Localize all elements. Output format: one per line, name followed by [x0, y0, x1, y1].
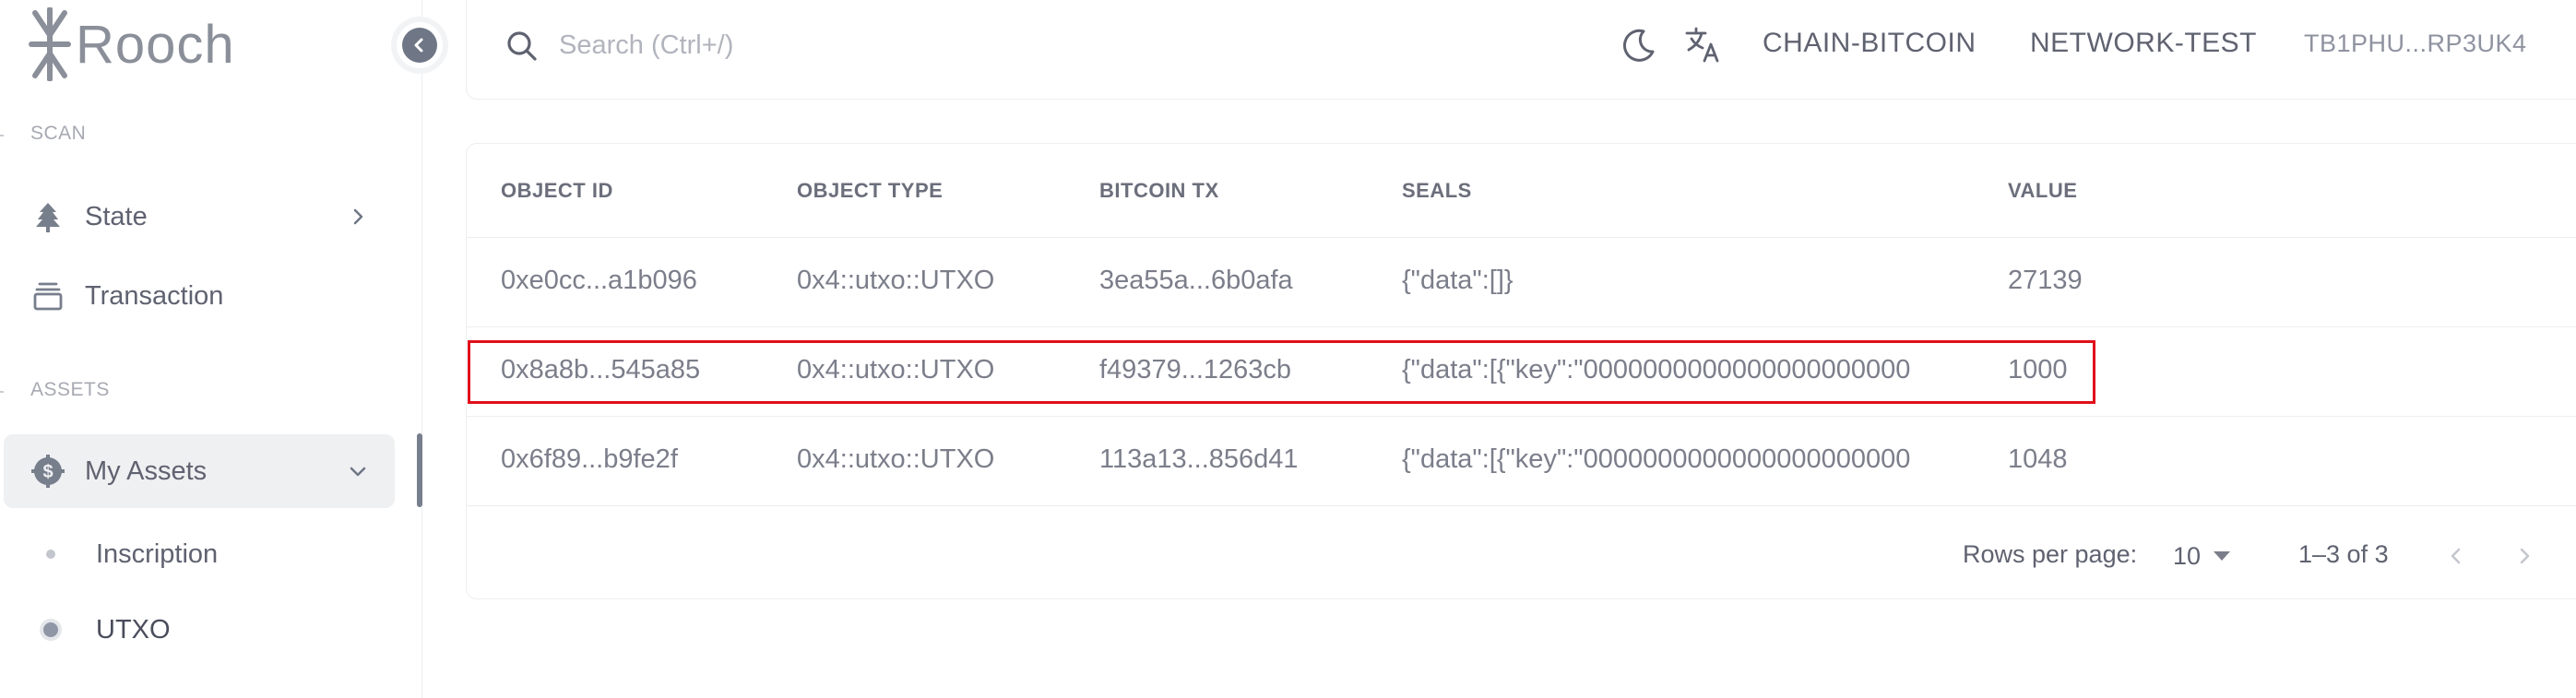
- chevron-right-icon: [2520, 548, 2530, 564]
- tree-icon: [30, 198, 66, 235]
- sidebar-subitem-utxo[interactable]: UTXO: [4, 597, 395, 662]
- sidebar-subitem-inscription[interactable]: Inscription: [4, 522, 395, 586]
- section-label-assets: ASSETS: [30, 379, 110, 400]
- column-header-value[interactable]: VALUE: [2008, 179, 2077, 203]
- sidebar-item-transaction[interactable]: Transaction: [4, 259, 395, 333]
- svg-text:$: $: [42, 462, 53, 482]
- sidebar-item-label: Transaction: [85, 280, 224, 311]
- section-label-scan: SCAN: [30, 123, 87, 144]
- cell-object-type: 0x4::utxo::UTXO: [797, 444, 995, 474]
- active-indicator: [417, 433, 422, 507]
- table-row[interactable]: 0x8a8b...545a85 0x4::utxo::UTXO f49379..…: [467, 327, 2576, 417]
- rooch-logo-icon: [29, 7, 71, 81]
- search-icon[interactable]: [504, 28, 540, 65]
- search-input[interactable]: [559, 24, 1112, 66]
- sidebar-item-label: My Assets: [85, 455, 208, 486]
- column-header-object-id[interactable]: OBJECT ID: [501, 179, 613, 203]
- sidebar-item-state[interactable]: State: [4, 180, 395, 254]
- previous-page-button[interactable]: [2433, 533, 2479, 579]
- sidebar-item-label: State: [85, 201, 148, 231]
- cell-object-id[interactable]: 0x8a8b...545a85: [501, 355, 700, 385]
- translate-icon[interactable]: [1684, 26, 1723, 65]
- cell-seals: {"data":[{"key":"0000000000000000000000: [1402, 355, 1911, 384]
- logo[interactable]: Rooch: [28, 7, 235, 81]
- rows-per-page-value: 10: [2173, 541, 2202, 570]
- cell-seals: {"data":[]}: [1402, 266, 1514, 295]
- collapse-sidebar-button[interactable]: [397, 22, 443, 68]
- bullet-icon: [43, 622, 58, 637]
- rows-per-page-select[interactable]: 10: [2173, 533, 2247, 579]
- top-bar: CHAIN-BITCOIN NETWORK-TEST TB1PHU...RP3U…: [466, 0, 2576, 100]
- cell-value: 1048: [2008, 444, 2068, 474]
- dollar-gear-icon: $: [30, 453, 66, 490]
- table-header: OBJECT ID OBJECT TYPE BITCOIN TX SEALS V…: [467, 144, 2576, 238]
- cell-seals: {"data":[{"key":"0000000000000000000000: [1402, 444, 1911, 474]
- column-header-bitcoin-tx[interactable]: BITCOIN TX: [1099, 179, 1219, 203]
- cell-object-type: 0x4::utxo::UTXO: [797, 355, 995, 384]
- utxo-table-card: OBJECT ID OBJECT TYPE BITCOIN TX SEALS V…: [466, 143, 2576, 599]
- sidebar: Rooch SCAN State Transaction ASSETS $ My…: [0, 0, 422, 698]
- sidebar-subitem-label: Inscription: [96, 538, 219, 569]
- cell-object-type: 0x4::utxo::UTXO: [797, 266, 995, 295]
- table-pagination: Rows per page: 10 1–3 of 3: [467, 513, 2576, 599]
- chevron-left-icon: [414, 38, 423, 53]
- cell-object-id[interactable]: 0xe0cc...a1b096: [501, 266, 697, 296]
- rows-per-page-label: Rows per page:: [1963, 540, 2138, 568]
- chevron-left-icon: [2451, 548, 2461, 564]
- chevron-right-icon: [353, 208, 363, 225]
- moon-icon[interactable]: [1620, 26, 1658, 65]
- wallet-address-button[interactable]: TB1PHU...RP3UK4: [2304, 30, 2527, 58]
- chain-selector[interactable]: CHAIN-BITCOIN: [1763, 28, 1977, 59]
- cell-value: 27139: [2008, 266, 2083, 295]
- sidebar-item-my-assets[interactable]: $ My Assets: [4, 434, 395, 508]
- section-divider: [0, 391, 4, 393]
- sidebar-subitem-label: UTXO: [96, 614, 171, 645]
- cell-value: 1000: [2008, 355, 2068, 384]
- column-header-seals[interactable]: SEALS: [1402, 179, 1472, 203]
- cell-bitcoin-tx[interactable]: 113a13...856d41: [1099, 444, 1299, 475]
- cell-bitcoin-tx[interactable]: f49379...1263cb: [1099, 355, 1291, 385]
- section-divider: [0, 135, 4, 136]
- next-page-button[interactable]: [2501, 533, 2547, 579]
- brand-name: Rooch: [76, 14, 235, 75]
- column-header-object-type[interactable]: OBJECT TYPE: [797, 179, 943, 203]
- caret-down-icon: [2214, 551, 2231, 561]
- table-row[interactable]: 0xe0cc...a1b096 0x4::utxo::UTXO 3ea55a..…: [467, 238, 2576, 327]
- chevron-down-icon: [350, 467, 366, 477]
- network-selector[interactable]: NETWORK-TEST: [2030, 28, 2257, 59]
- pagination-range: 1–3 of 3: [2298, 540, 2389, 568]
- cell-object-id[interactable]: 0x6f89...b9fe2f: [501, 444, 678, 475]
- layers-icon: [30, 278, 66, 314]
- cell-bitcoin-tx[interactable]: 3ea55a...6b0afa: [1099, 266, 1293, 296]
- bullet-icon: [46, 550, 55, 559]
- table-row[interactable]: 0x6f89...b9fe2f 0x4::utxo::UTXO 113a13..…: [467, 417, 2576, 506]
